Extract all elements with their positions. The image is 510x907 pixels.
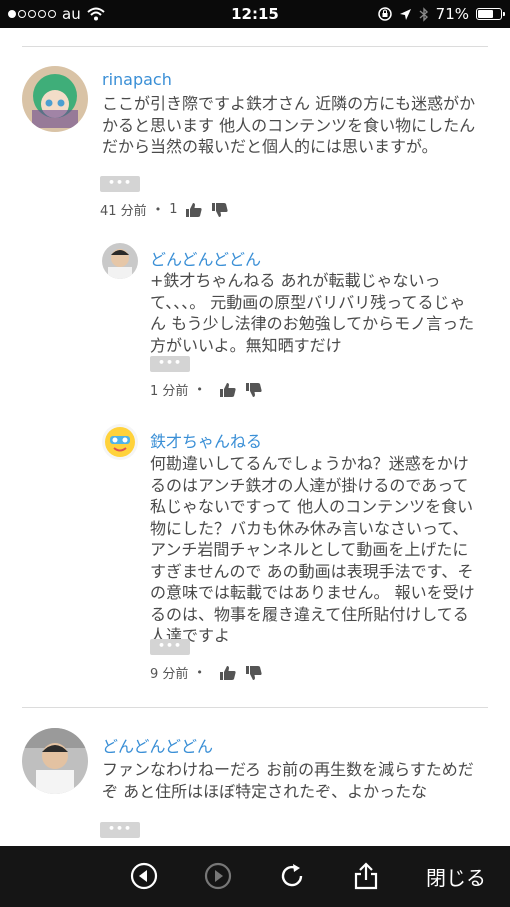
meta-separator: • [196, 383, 203, 396]
bluetooth-icon [419, 6, 428, 22]
avatar[interactable] [102, 424, 138, 460]
forward-circle-icon[interactable] [202, 860, 234, 892]
thumbs-down-icon[interactable] [211, 202, 229, 218]
reload-icon[interactable] [276, 860, 308, 892]
comment-text: 何勘違いしてるんでしょうかね？迷惑をかけるのはアンチ鉄才の人達が掛けるのであって… [150, 454, 475, 645]
thumbs-up-icon[interactable] [219, 382, 237, 398]
comment-author[interactable]: rinapach [102, 70, 172, 89]
comment-meta: 41 分前 • 1 [100, 200, 229, 219]
comment-meta: 1 分前 • [150, 380, 263, 399]
comment-author[interactable]: どんどんどどん [150, 246, 261, 270]
location-icon [399, 8, 411, 20]
thumbs-up-icon[interactable] [185, 202, 203, 218]
comment-author[interactable]: どんどんどどん [102, 733, 213, 757]
comment-meta: 9 分前 • [150, 663, 263, 682]
comment-time: 41 分前 [100, 204, 147, 219]
like-count: 1 [169, 202, 178, 217]
divider [22, 707, 488, 708]
thumbs-up-icon[interactable] [219, 665, 237, 681]
comment-time: 1 分前 [150, 384, 189, 399]
comment-text: +鉄才ちゃんねる あれが転載じゃないって、、、。 元動画の原型バリバリ残ってるじ… [150, 271, 475, 355]
status-right: 71% [377, 5, 505, 23]
comment-time: 9 分前 [150, 667, 189, 682]
meta-separator: • [154, 203, 162, 216]
comment-text: ファンなわけねーだろ お前の再生数を減らすためだぞ あと住所はほぼ特定されたぞ、… [102, 760, 474, 801]
close-button[interactable]: 閉じる [426, 862, 486, 891]
comment-author[interactable]: 鉄才ちゃんねる [150, 428, 262, 452]
more-button[interactable]: ••• [150, 356, 190, 372]
meta-separator: • [196, 666, 203, 679]
share-icon[interactable] [350, 860, 382, 892]
thumbs-down-icon[interactable] [245, 382, 263, 398]
avatar[interactable] [102, 243, 138, 279]
divider [22, 46, 488, 47]
comment-text: ここが引き際ですよ鉄才さん 近隣の方にも迷惑がかかると思います 他人のコンテンツ… [102, 94, 476, 156]
battery-percent: 71% [435, 5, 469, 23]
bottom-toolbar: 閉じる [0, 846, 510, 907]
more-button[interactable]: ••• [150, 639, 190, 655]
avatar[interactable] [22, 66, 88, 132]
status-bar: au 12:15 71% [0, 0, 510, 28]
thumbs-down-icon[interactable] [245, 665, 263, 681]
more-button[interactable]: ••• [100, 176, 140, 192]
avatar[interactable] [22, 728, 88, 794]
orientation-lock-icon [377, 7, 392, 21]
back-circle-icon[interactable] [128, 860, 160, 892]
more-button[interactable]: ••• [100, 822, 140, 838]
battery-icon [476, 8, 505, 20]
